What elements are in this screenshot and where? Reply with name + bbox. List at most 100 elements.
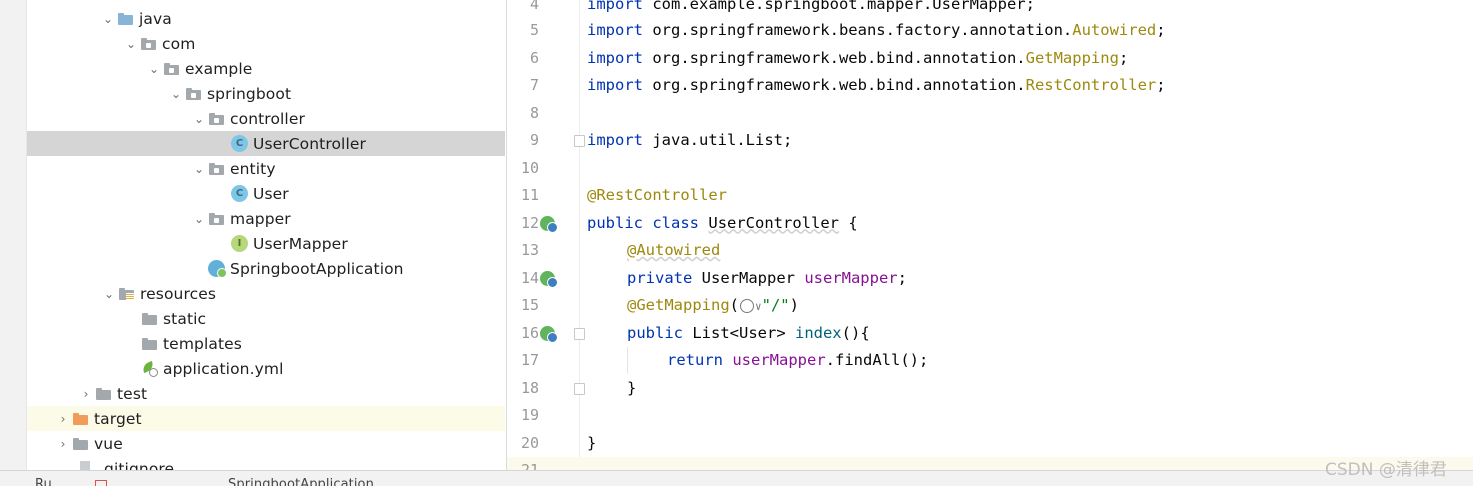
annotation-ref: RestController <box>1025 76 1157 94</box>
tree-label: UserMapper <box>253 234 348 253</box>
folder-icon <box>141 335 158 352</box>
package-icon <box>208 160 225 177</box>
line-number: 13 <box>520 241 539 259</box>
tree-label: .gitignore <box>99 459 175 471</box>
tree-label: springboot <box>207 84 292 103</box>
line-number: 20 <box>520 433 539 452</box>
tree-row-mapper[interactable]: ⌄ mapper <box>27 206 505 231</box>
code-editor[interactable]: 4 import com.example.springboot.mapper.U… <box>506 0 1473 485</box>
tree-row-springbootapplication[interactable]: SpringbootApplication <box>27 256 505 281</box>
chevron-right-icon[interactable]: › <box>54 431 72 456</box>
tree-row-resources[interactable]: ⌄ resources <box>27 281 505 306</box>
tree-row-gitignore[interactable]: .gitignore <box>27 456 505 470</box>
annotation: @GetMapping <box>627 296 730 314</box>
line-number: 7 <box>529 76 539 94</box>
package-icon <box>163 60 180 77</box>
annotation-ref: Autowired <box>1072 21 1157 39</box>
code-line-9: 9 import java.util.List; <box>507 127 1473 155</box>
code-line-18: 18 } <box>507 375 1473 403</box>
code-text: ; <box>897 268 907 287</box>
autowired-gutter-icon[interactable] <box>540 270 558 288</box>
tree-label: User <box>253 184 289 203</box>
code-line-14: 14 private UserMapper userMapper; <box>507 265 1473 293</box>
code-text: (){ <box>841 323 870 342</box>
line-number: 10 <box>520 158 539 177</box>
chevron-down-icon[interactable]: ⌄ <box>167 81 185 106</box>
tree-row-target[interactable]: › target <box>27 406 505 431</box>
tree-row-entity[interactable]: ⌄ entity <box>27 156 505 181</box>
code-text: org.springframework.web.bind.annotation. <box>643 48 1026 67</box>
code-text: UserMapper <box>692 268 805 287</box>
folder-icon <box>95 385 112 402</box>
fold-marker-icon[interactable] <box>574 382 585 395</box>
tree-label: java <box>139 9 172 28</box>
chevron-down-icon[interactable]: ⌄ <box>145 56 163 81</box>
tree-row-springboot[interactable]: ⌄ springboot <box>27 81 505 106</box>
tree-label: com <box>162 34 196 53</box>
code-text: org.springframework.web.bind.annotation. <box>643 76 1026 94</box>
chevron-down-icon[interactable]: ⌄ <box>190 156 208 181</box>
keyword: import <box>587 131 643 149</box>
tree-row-application-yml[interactable]: application.yml <box>27 356 505 381</box>
spring-bean-gutter-icon[interactable] <box>540 215 558 233</box>
dropdown-chevron-icon[interactable]: ∨ <box>755 300 762 313</box>
tree-label: application.yml <box>163 359 284 378</box>
stop-icon[interactable] <box>95 480 107 486</box>
fold-marker-icon[interactable] <box>574 135 585 147</box>
globe-icon[interactable] <box>740 298 754 313</box>
tree-label: UserController <box>253 134 366 153</box>
code-text: org.springframework.beans.factory.annota… <box>643 21 1073 39</box>
tree-row-static[interactable]: static <box>27 306 505 331</box>
chevron-down-icon[interactable]: ⌄ <box>122 31 140 56</box>
code-line-7: 7 import org.springframework.web.bind.an… <box>507 72 1473 100</box>
watermark: CSDN @清律君 <box>1325 460 1447 480</box>
chevron-right-icon[interactable]: › <box>77 381 95 406</box>
code-line-6: 6 import org.springframework.web.bind.an… <box>507 45 1473 73</box>
code-line-8: 8 <box>507 100 1473 128</box>
code-text: } <box>587 433 597 452</box>
keyword: return <box>667 351 723 369</box>
chevron-down-icon[interactable]: ⌄ <box>99 6 117 31</box>
tree-label: target <box>94 409 142 428</box>
line-number: 8 <box>529 103 539 122</box>
chevron-down-icon[interactable]: ⌄ <box>190 106 208 131</box>
line-number: 6 <box>529 48 539 67</box>
keyword: private <box>627 268 693 287</box>
tree-row-com[interactable]: ⌄ com <box>27 31 505 56</box>
code-line-12: 12 public class UserController { <box>507 210 1473 238</box>
chevron-down-icon[interactable]: ⌄ <box>190 206 208 231</box>
tree-row-controller[interactable]: ⌄ controller <box>27 106 505 131</box>
code-line-11: 11 @RestController <box>507 182 1473 210</box>
class-icon: C <box>231 135 248 152</box>
chevron-right-icon[interactable]: › <box>54 406 72 431</box>
keyword: public <box>587 213 643 232</box>
code-text: java.util.List; <box>643 131 793 149</box>
package-icon <box>185 85 202 102</box>
fold-marker-icon[interactable] <box>574 327 585 340</box>
tree-label: static <box>163 309 207 328</box>
tree-row-vue[interactable]: › vue <box>27 431 505 456</box>
package-icon <box>208 210 225 227</box>
tree-row-test[interactable]: › test <box>27 381 505 406</box>
code-line-19: 19 <box>507 402 1473 430</box>
chevron-down-icon[interactable]: ⌄ <box>100 281 118 306</box>
tree-label: mapper <box>230 209 291 228</box>
tree-row-example[interactable]: ⌄ example <box>27 56 505 81</box>
tree-row-usercontroller[interactable]: C UserController <box>27 131 505 156</box>
code-line-17: 17 return userMapper.findAll(); <box>507 347 1473 375</box>
package-icon <box>140 35 157 52</box>
code-line-20: 20 } <box>507 430 1473 458</box>
tree-row-usermapper[interactable]: I UserMapper <box>27 231 505 256</box>
resources-folder-icon <box>118 285 135 302</box>
tree-row-templates[interactable]: templates <box>27 331 505 356</box>
request-mapping-gutter-icon[interactable] <box>540 325 558 343</box>
folder-icon <box>141 310 158 327</box>
tree-label: entity <box>230 159 276 178</box>
tree-row-user[interactable]: C User <box>27 181 505 206</box>
code-text: com.example.springboot.mapper.UserMapper… <box>643 0 1035 13</box>
tree-row-java[interactable]: ⌄ java <box>27 6 505 31</box>
file-icon <box>77 460 94 470</box>
method-name: index <box>794 323 842 342</box>
